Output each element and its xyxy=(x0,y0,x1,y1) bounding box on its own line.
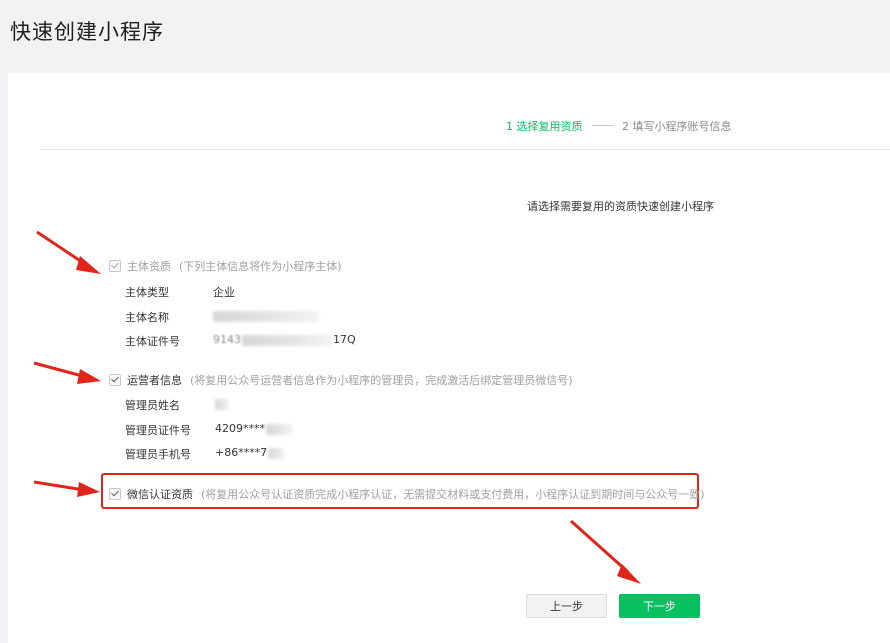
subject-name-label: 主体名称 xyxy=(125,311,169,324)
intro-text: 请选择需要复用的资质快速创建小程序 xyxy=(527,200,714,213)
step-2-label: 2 填写小程序账号信息 xyxy=(622,120,732,133)
redacted-block xyxy=(266,423,292,435)
subject-name-value xyxy=(213,309,319,322)
admin-phone-value: +86****7 xyxy=(215,446,285,459)
subject-note: (下列主体信息将作为小程序主体) xyxy=(179,260,342,273)
redacted-block xyxy=(242,334,332,346)
admin-name-label: 管理员姓名 xyxy=(125,399,180,412)
wechat-certification-option[interactable]: 微信认证资质 (将复用公众号认证资质完成小程序认证，无需提交材料或支付费用，小程… xyxy=(109,486,705,502)
subject-id-prefix: 9143 xyxy=(213,333,241,346)
admin-name-value xyxy=(215,397,229,410)
content-panel xyxy=(8,73,890,643)
step-1-label: 1 选择复用资质 xyxy=(506,120,583,133)
redacted-block xyxy=(268,447,285,459)
header-divider xyxy=(40,149,890,150)
subject-checkbox[interactable] xyxy=(109,260,121,272)
wechat-cert-label: 微信认证资质 xyxy=(127,488,193,501)
page-title: 快速创建小程序 xyxy=(10,20,164,44)
subject-type-value: 企业 xyxy=(213,286,235,299)
wechat-cert-note: (将复用公众号认证资质完成小程序认证，无需提交材料或支付费用，小程序认证到期时间… xyxy=(201,488,705,501)
operator-note: (将复用公众号运营者信息作为小程序的管理员，完成激活后绑定管理员微信号) xyxy=(190,374,573,387)
next-step-button[interactable]: 下一步 xyxy=(619,594,700,618)
step-indicator: 1 选择复用资质 2 填写小程序账号信息 xyxy=(0,118,890,134)
redacted-block xyxy=(215,398,229,410)
subject-label: 主体资质 xyxy=(127,260,171,273)
admin-phone-label: 管理员手机号 xyxy=(125,448,191,461)
subject-id-suffix: 17Q xyxy=(333,333,356,346)
wechat-cert-checkbox[interactable] xyxy=(109,488,121,500)
admin-id-label: 管理员证件号 xyxy=(125,424,191,437)
previous-step-button[interactable]: 上一步 xyxy=(526,594,607,618)
admin-id-value: 4209**** xyxy=(215,422,292,435)
step-connector xyxy=(592,125,614,126)
subject-id-label: 主体证件号 xyxy=(125,335,180,348)
subject-id-value: 9143 17Q xyxy=(213,333,356,346)
redacted-block xyxy=(213,310,319,322)
admin-id-text: 4209**** xyxy=(215,422,265,435)
admin-phone-text: +86****7 xyxy=(215,446,268,459)
subject-type-label: 主体类型 xyxy=(125,286,169,299)
operator-checkbox[interactable] xyxy=(109,374,121,386)
subject-qualification-option[interactable]: 主体资质 (下列主体信息将作为小程序主体) xyxy=(109,258,342,274)
operator-info-option[interactable]: 运营者信息 (将复用公众号运营者信息作为小程序的管理员，完成激活后绑定管理员微信… xyxy=(109,372,573,388)
operator-label: 运营者信息 xyxy=(127,374,182,387)
